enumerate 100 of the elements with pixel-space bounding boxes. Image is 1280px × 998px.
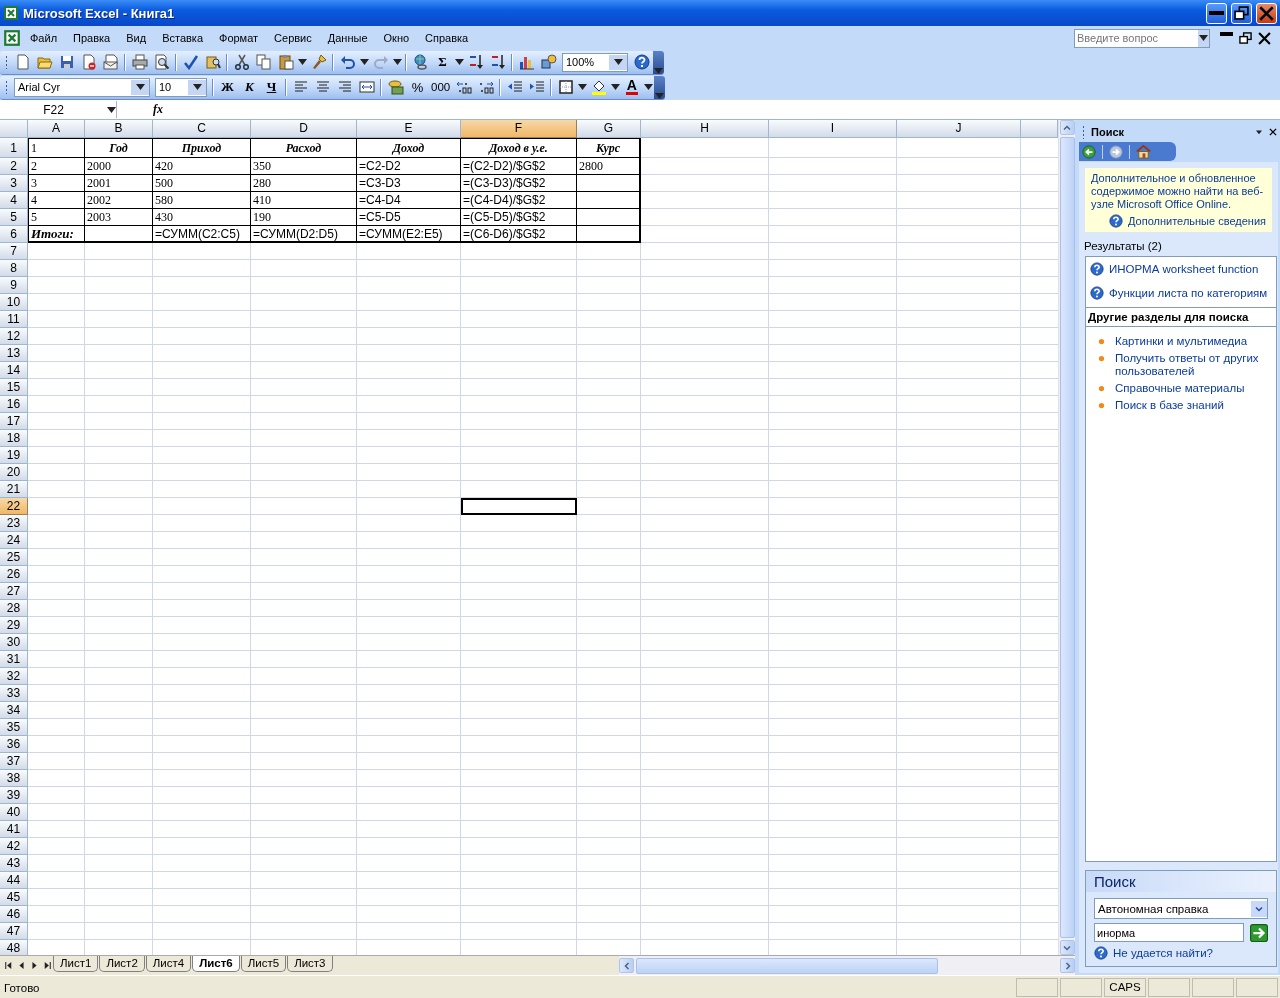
sheet-tab[interactable]: Лист4 <box>145 956 192 972</box>
result-link[interactable]: Функции листа по категориям <box>1109 287 1268 299</box>
row-header[interactable]: 11 <box>0 311 28 328</box>
row-header[interactable]: 13 <box>0 345 28 362</box>
row-header[interactable]: 17 <box>0 413 28 430</box>
menu-item[interactable]: Окно <box>376 30 417 46</box>
menu-item[interactable]: Данные <box>320 30 375 46</box>
row-header[interactable]: 44 <box>0 872 28 889</box>
column-header[interactable]: I <box>769 120 897 138</box>
row-header[interactable]: 29 <box>0 617 28 634</box>
excel-logo-icon[interactable] <box>3 29 21 47</box>
search-field[interactable]: инорма <box>1094 923 1244 942</box>
last-sheet-icon[interactable] <box>42 960 53 971</box>
restore-button[interactable] <box>1239 31 1252 45</box>
help-button[interactable] <box>631 51 652 73</box>
row-header[interactable]: 9 <box>0 277 28 294</box>
previous-sheet-icon[interactable] <box>16 960 27 971</box>
sheet-tab[interactable]: Лист1 <box>53 956 99 972</box>
row-header[interactable]: 42 <box>0 838 28 855</box>
sheet-tab[interactable]: Лист6 <box>192 956 240 972</box>
sheet-tab[interactable]: Лист3 <box>287 956 333 972</box>
row-header[interactable]: 22 <box>0 498 28 515</box>
row-header[interactable]: 18 <box>0 430 28 447</box>
next-sheet-icon[interactable] <box>29 960 40 971</box>
font-field[interactable]: Arial Cyr <box>14 77 150 97</box>
menu-item[interactable]: Правка <box>66 30 118 46</box>
row-header[interactable]: 33 <box>0 685 28 702</box>
row-header[interactable]: 5 <box>0 209 28 226</box>
font-color-button[interactable]: A <box>621 76 643 98</box>
vertical-scrollbar[interactable] <box>1058 120 1075 955</box>
column-header[interactable]: E <box>357 120 461 138</box>
row-header[interactable]: 36 <box>0 736 28 753</box>
search-link[interactable]: Поиск в базе знаний <box>1115 399 1224 412</box>
row-header[interactable]: 27 <box>0 583 28 600</box>
row-header[interactable]: 48 <box>0 940 28 955</box>
house-icon[interactable] <box>1136 144 1151 159</box>
copy-button[interactable] <box>253 51 274 73</box>
bold-button[interactable]: Ж <box>217 76 238 98</box>
row-header[interactable]: 43 <box>0 855 28 872</box>
row-header[interactable]: 24 <box>0 532 28 549</box>
column-header[interactable]: D <box>251 120 357 138</box>
row-header[interactable]: 10 <box>0 294 28 311</box>
row-header[interactable]: 46 <box>0 906 28 923</box>
toolbar-options[interactable] <box>653 50 664 74</box>
zoom-field[interactable]: 100% <box>562 52 628 72</box>
insert-function-button[interactable]: fx <box>153 102 171 117</box>
start-search-button[interactable] <box>1250 923 1268 942</box>
result-link[interactable]: ИНОРМА worksheet function <box>1109 263 1259 275</box>
search-scope-dropdown[interactable]: Автономная справка <box>1094 898 1268 919</box>
row-header[interactable]: 31 <box>0 651 28 668</box>
name-box[interactable]: F22 <box>0 101 117 118</box>
column-header[interactable]: J <box>897 120 1021 138</box>
row-header[interactable]: 35 <box>0 719 28 736</box>
email-button[interactable] <box>100 51 121 73</box>
row-header[interactable]: 47 <box>0 923 28 940</box>
row-header[interactable]: 32 <box>0 668 28 685</box>
row-header[interactable]: 16 <box>0 396 28 413</box>
row-header[interactable]: 28 <box>0 600 28 617</box>
row-header[interactable]: 25 <box>0 549 28 566</box>
menu-item[interactable]: Справка <box>418 30 476 46</box>
row-header[interactable]: 30 <box>0 634 28 651</box>
row-header[interactable]: 38 <box>0 770 28 787</box>
row-header[interactable]: 40 <box>0 804 28 821</box>
cant-find-link[interactable]: Не удается найти? <box>1113 947 1213 959</box>
menu-item[interactable]: Вставка <box>155 30 210 46</box>
row-header[interactable]: 39 <box>0 787 28 804</box>
row-header[interactable]: 34 <box>0 702 28 719</box>
menu-item[interactable]: Сервис <box>267 30 319 46</box>
column-header[interactable]: C <box>153 120 251 138</box>
underline-button[interactable]: Ч <box>261 76 282 98</box>
menu-item[interactable]: Формат <box>212 30 266 46</box>
row-header[interactable]: 6 <box>0 226 28 243</box>
row-header[interactable]: 20 <box>0 464 28 481</box>
row-header[interactable]: 19 <box>0 447 28 464</box>
column-header[interactable]: H <box>641 120 769 138</box>
row-header[interactable]: 7 <box>0 243 28 260</box>
toolbar-options[interactable] <box>654 75 666 99</box>
row-header[interactable]: 12 <box>0 328 28 345</box>
row-header[interactable]: 15 <box>0 379 28 396</box>
print-button[interactable] <box>129 51 150 73</box>
row-header[interactable]: 37 <box>0 753 28 770</box>
search-link[interactable]: Получить ответы от других пользователей <box>1115 352 1272 378</box>
thousands-button[interactable]: 000 <box>429 76 453 98</box>
row-header[interactable]: 21 <box>0 481 28 498</box>
sheet-tab[interactable]: Лист2 <box>99 956 145 972</box>
first-sheet-icon[interactable] <box>3 960 14 971</box>
row-header[interactable]: 23 <box>0 515 28 532</box>
close-button[interactable] <box>1258 31 1271 45</box>
column-header[interactable]: G <box>577 120 641 138</box>
column-header[interactable]: A <box>28 120 85 138</box>
row-header[interactable]: 26 <box>0 566 28 583</box>
restore-button[interactable] <box>1231 2 1252 24</box>
row-header[interactable]: 1 <box>0 138 28 158</box>
column-header[interactable]: F <box>461 120 577 138</box>
autosum-button[interactable]: Σ <box>432 51 453 73</box>
row-header[interactable]: 14 <box>0 362 28 379</box>
row-header[interactable]: 45 <box>0 889 28 906</box>
minimize-button[interactable] <box>1206 2 1227 24</box>
active-cell[interactable] <box>461 498 577 515</box>
italic-button[interactable]: К <box>239 76 260 98</box>
